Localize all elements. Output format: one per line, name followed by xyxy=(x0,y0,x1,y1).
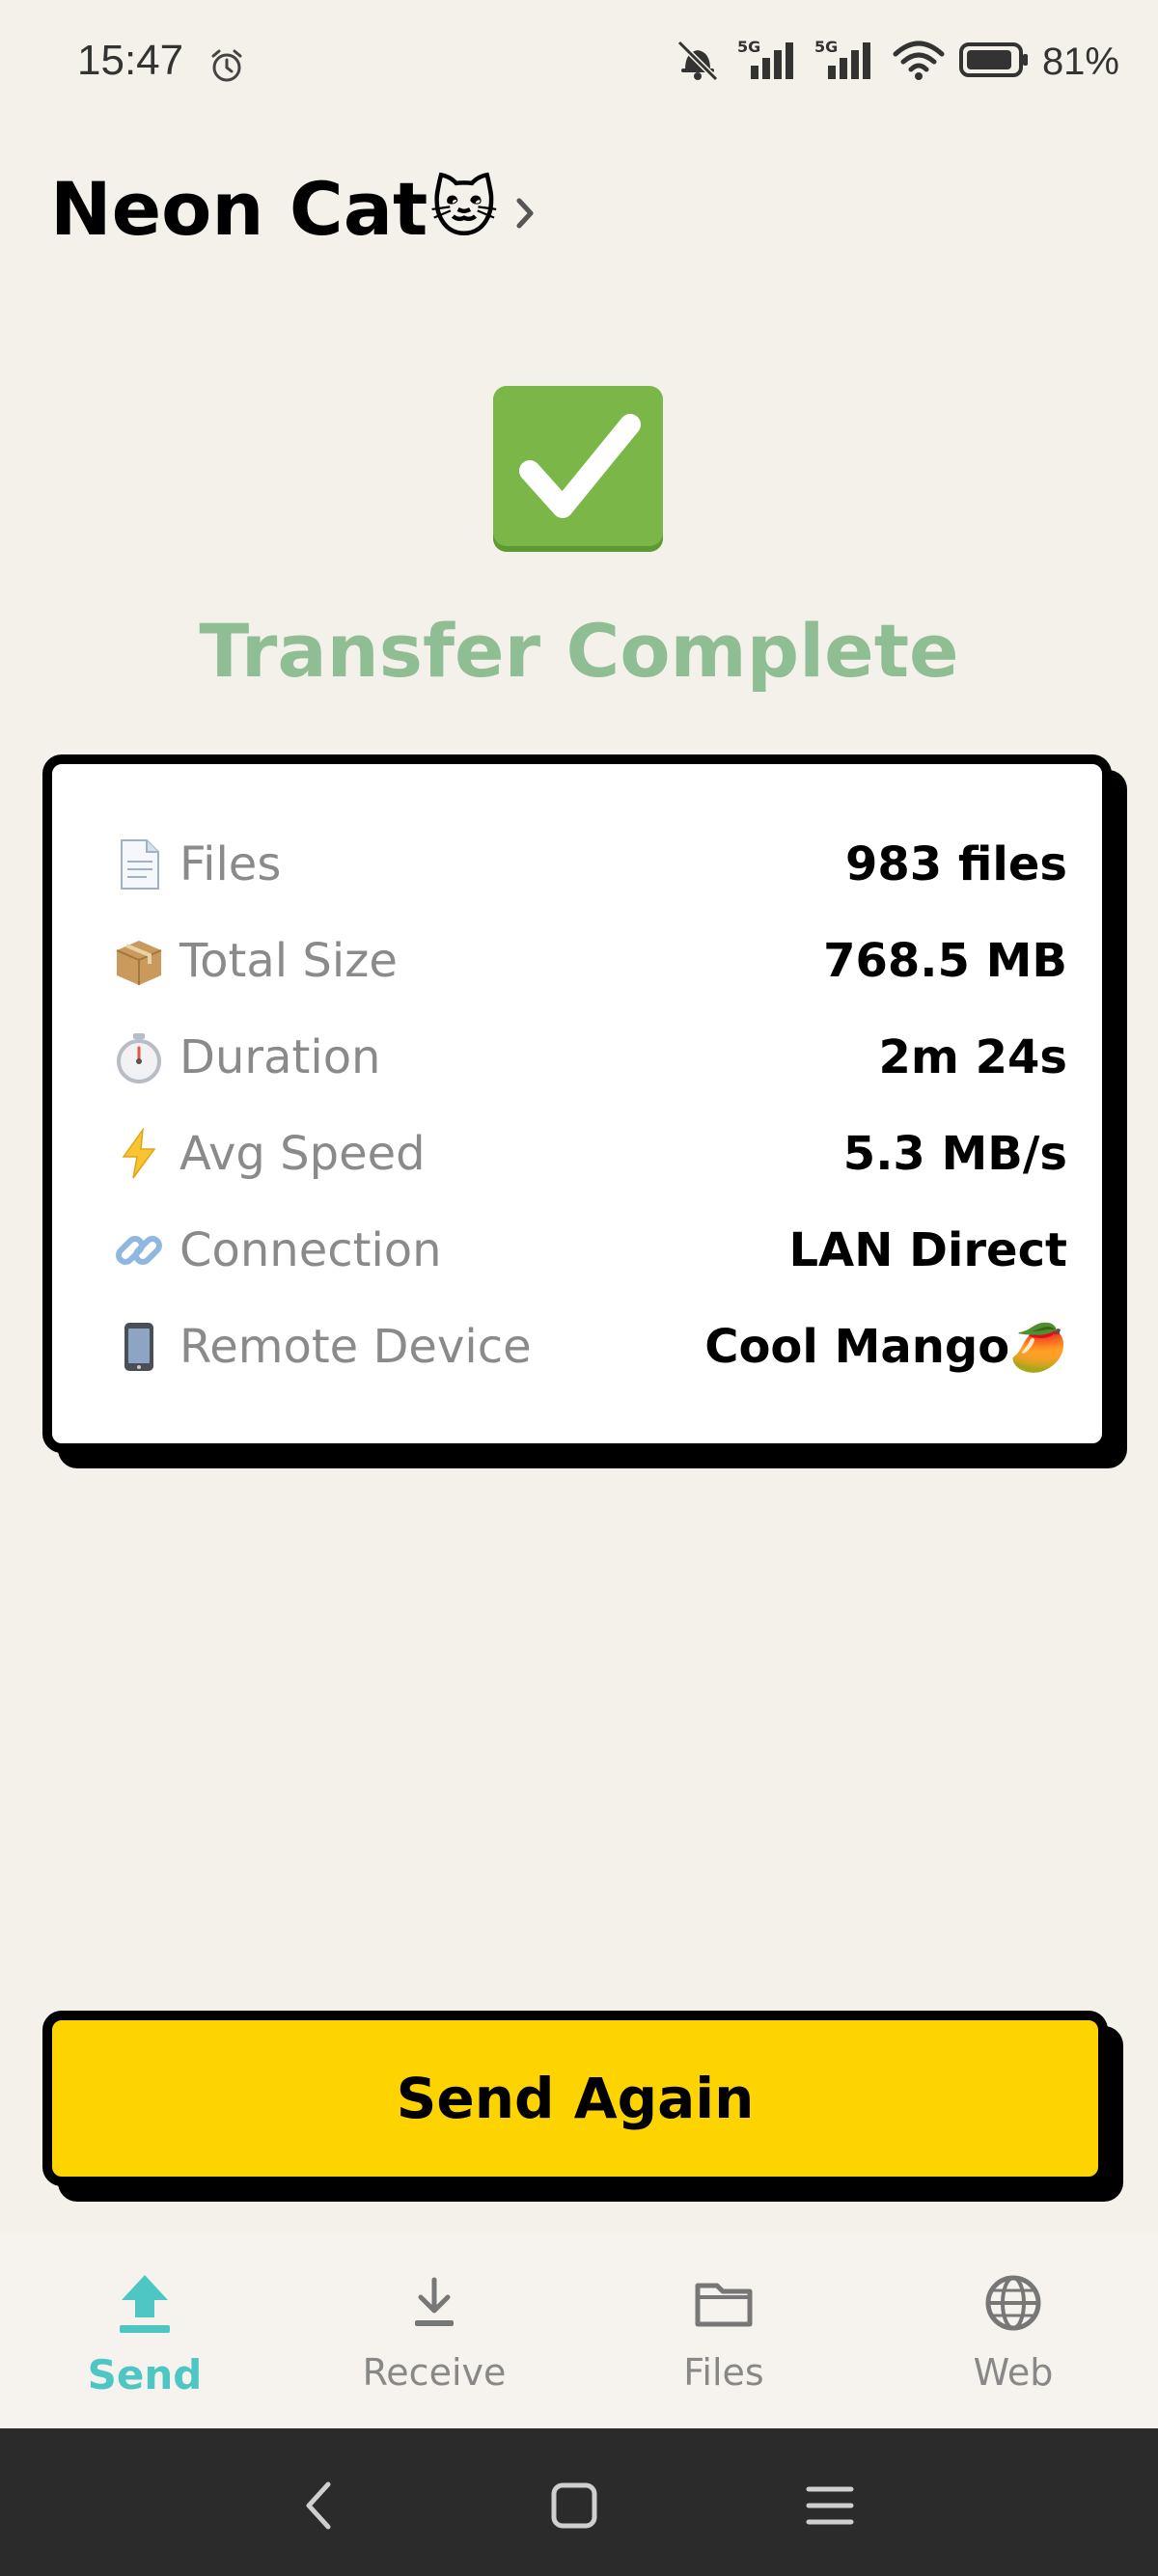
stopwatch-icon xyxy=(112,1030,166,1084)
summary-label: Avg Speed xyxy=(179,1127,426,1181)
nav-label: Receive xyxy=(362,2351,507,2394)
upload-icon xyxy=(110,2268,179,2338)
device-name-header[interactable]: Neon Cat 🐱 xyxy=(50,166,498,252)
home-icon[interactable] xyxy=(536,2467,613,2544)
phone-icon xyxy=(112,1320,166,1374)
nav-tab-web[interactable]: Web xyxy=(868,2233,1158,2428)
signal-5g-icon: 5G xyxy=(737,37,801,87)
status-bar: 15:47 5G 5G 81% xyxy=(0,0,1158,135)
menu-icon[interactable] xyxy=(791,2467,868,2544)
status-icons: 5G 5G 81% xyxy=(672,37,1119,87)
device-name: Neon Cat xyxy=(50,166,428,252)
back-icon[interactable] xyxy=(280,2467,357,2544)
globe-icon xyxy=(979,2268,1048,2338)
remote-device-name: Cool Mango xyxy=(704,1320,1010,1374)
summary-value: Cool Mango 🥭 xyxy=(704,1320,1067,1375)
send-again-button[interactable]: Send Again xyxy=(42,2011,1108,2186)
chevron-right-icon[interactable] xyxy=(511,191,540,239)
link-icon xyxy=(112,1223,166,1277)
status-time: 15:47 xyxy=(77,37,184,84)
nav-label: Web xyxy=(973,2351,1054,2394)
summary-row-duration: Duration 2m 24s xyxy=(112,1019,1067,1096)
summary-value: 2m 24s xyxy=(878,1030,1068,1084)
cat-emoji: 🐱 xyxy=(429,171,499,247)
battery-percent: 81% xyxy=(1041,40,1119,83)
document-icon xyxy=(112,837,166,891)
summary-label: Connection xyxy=(179,1223,442,1277)
svg-text:5G: 5G xyxy=(814,38,838,56)
svg-text:5G: 5G xyxy=(737,38,760,56)
signal-5g-icon: 5G xyxy=(814,37,878,87)
battery-icon xyxy=(958,41,1029,83)
bottom-navigation: Send Receive Files Web xyxy=(0,2233,1158,2428)
check-mark-icon xyxy=(493,386,663,552)
summary-value: 768.5 MB xyxy=(823,934,1067,988)
nav-tab-receive[interactable]: Receive xyxy=(290,2233,579,2428)
transfer-status-title: Transfer Complete xyxy=(199,608,959,694)
folder-icon xyxy=(689,2268,758,2338)
download-icon xyxy=(400,2268,469,2338)
package-icon xyxy=(112,934,166,988)
nav-tab-send[interactable]: Send xyxy=(0,2233,290,2428)
mango-emoji: 🥭 xyxy=(1009,1320,1067,1375)
system-navigation-bar xyxy=(0,2428,1158,2576)
summary-label: Remote Device xyxy=(179,1320,532,1374)
summary-row-avg-speed: Avg Speed 5.3 MB/s xyxy=(112,1115,1067,1192)
summary-row-total-size: Total Size 768.5 MB xyxy=(112,922,1067,1000)
summary-row-connection: Connection LAN Direct xyxy=(112,1212,1067,1289)
transfer-summary-card: Files 983 files Total Size 768.5 MB Dura… xyxy=(42,754,1112,1453)
summary-value: LAN Direct xyxy=(788,1223,1067,1277)
summary-label: Total Size xyxy=(179,934,398,988)
lightning-icon xyxy=(112,1127,166,1181)
nav-label: Files xyxy=(683,2351,764,2394)
nav-tab-files[interactable]: Files xyxy=(579,2233,868,2428)
bell-muted-icon xyxy=(672,39,724,85)
nav-label: Send xyxy=(87,2351,203,2398)
summary-value: 5.3 MB/s xyxy=(842,1127,1067,1181)
alarm-icon xyxy=(207,46,246,89)
summary-value: 983 files xyxy=(844,837,1067,891)
wifi-icon xyxy=(892,39,946,85)
summary-row-remote-device: Remote Device Cool Mango 🥭 xyxy=(112,1308,1067,1385)
summary-label: Files xyxy=(179,837,282,891)
summary-row-files: Files 983 files xyxy=(112,826,1067,903)
summary-label: Duration xyxy=(179,1030,381,1084)
